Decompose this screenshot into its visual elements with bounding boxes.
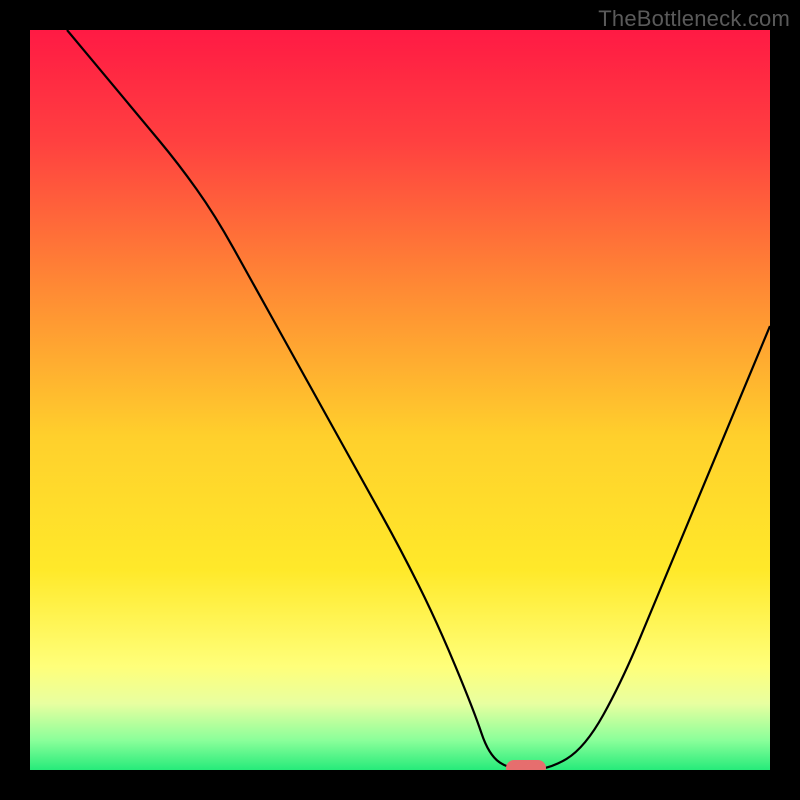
chart-frame: TheBottleneck.com: [0, 0, 800, 800]
bottleneck-chart: [30, 30, 770, 770]
watermark-text: TheBottleneck.com: [598, 6, 790, 32]
gradient-background: [30, 30, 770, 770]
plot-area: [30, 30, 770, 770]
optimal-marker: [506, 760, 546, 770]
